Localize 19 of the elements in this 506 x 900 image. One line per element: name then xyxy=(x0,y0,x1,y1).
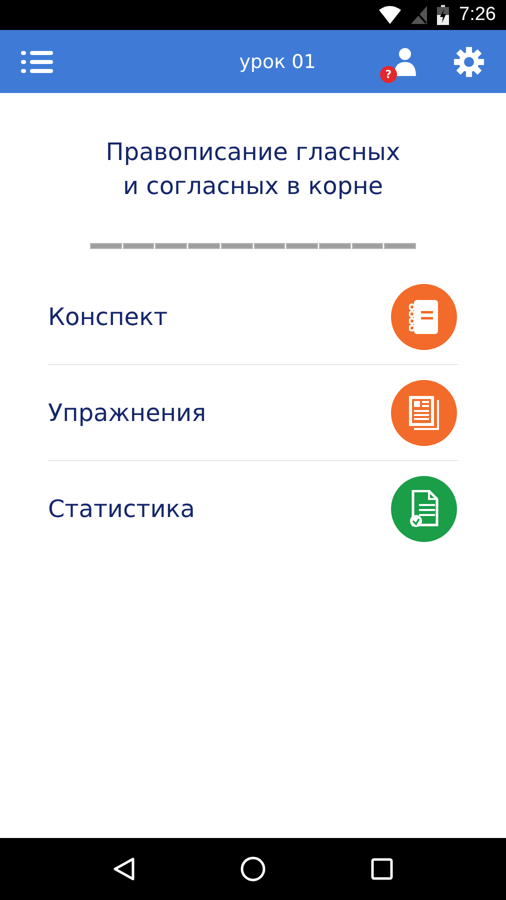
screen-title: урок 01 xyxy=(238,50,317,72)
menu-item[interactable]: Конспект xyxy=(48,302,168,330)
help-badge: ? xyxy=(380,66,397,82)
documents-icon xyxy=(408,394,440,430)
notebook-icon xyxy=(409,298,439,334)
battery-icon xyxy=(437,5,450,25)
menu-item[interactable]: Упражнения xyxy=(48,398,206,426)
checked-document-icon xyxy=(409,490,439,528)
recent-apps-icon[interactable] xyxy=(371,858,394,880)
back-icon[interactable] xyxy=(112,857,135,881)
menu-item[interactable]: Статистика xyxy=(48,494,195,522)
wifi-icon xyxy=(379,6,402,24)
list-menu-icon[interactable] xyxy=(21,50,53,74)
user-icon[interactable] xyxy=(392,46,416,76)
no-signal-icon xyxy=(411,6,428,24)
home-icon[interactable] xyxy=(240,856,266,882)
clock-time: 7:26 xyxy=(459,4,496,26)
lesson-title: Правописание гласных и согласных в корне xyxy=(104,137,402,202)
settings-icon[interactable] xyxy=(454,46,484,76)
